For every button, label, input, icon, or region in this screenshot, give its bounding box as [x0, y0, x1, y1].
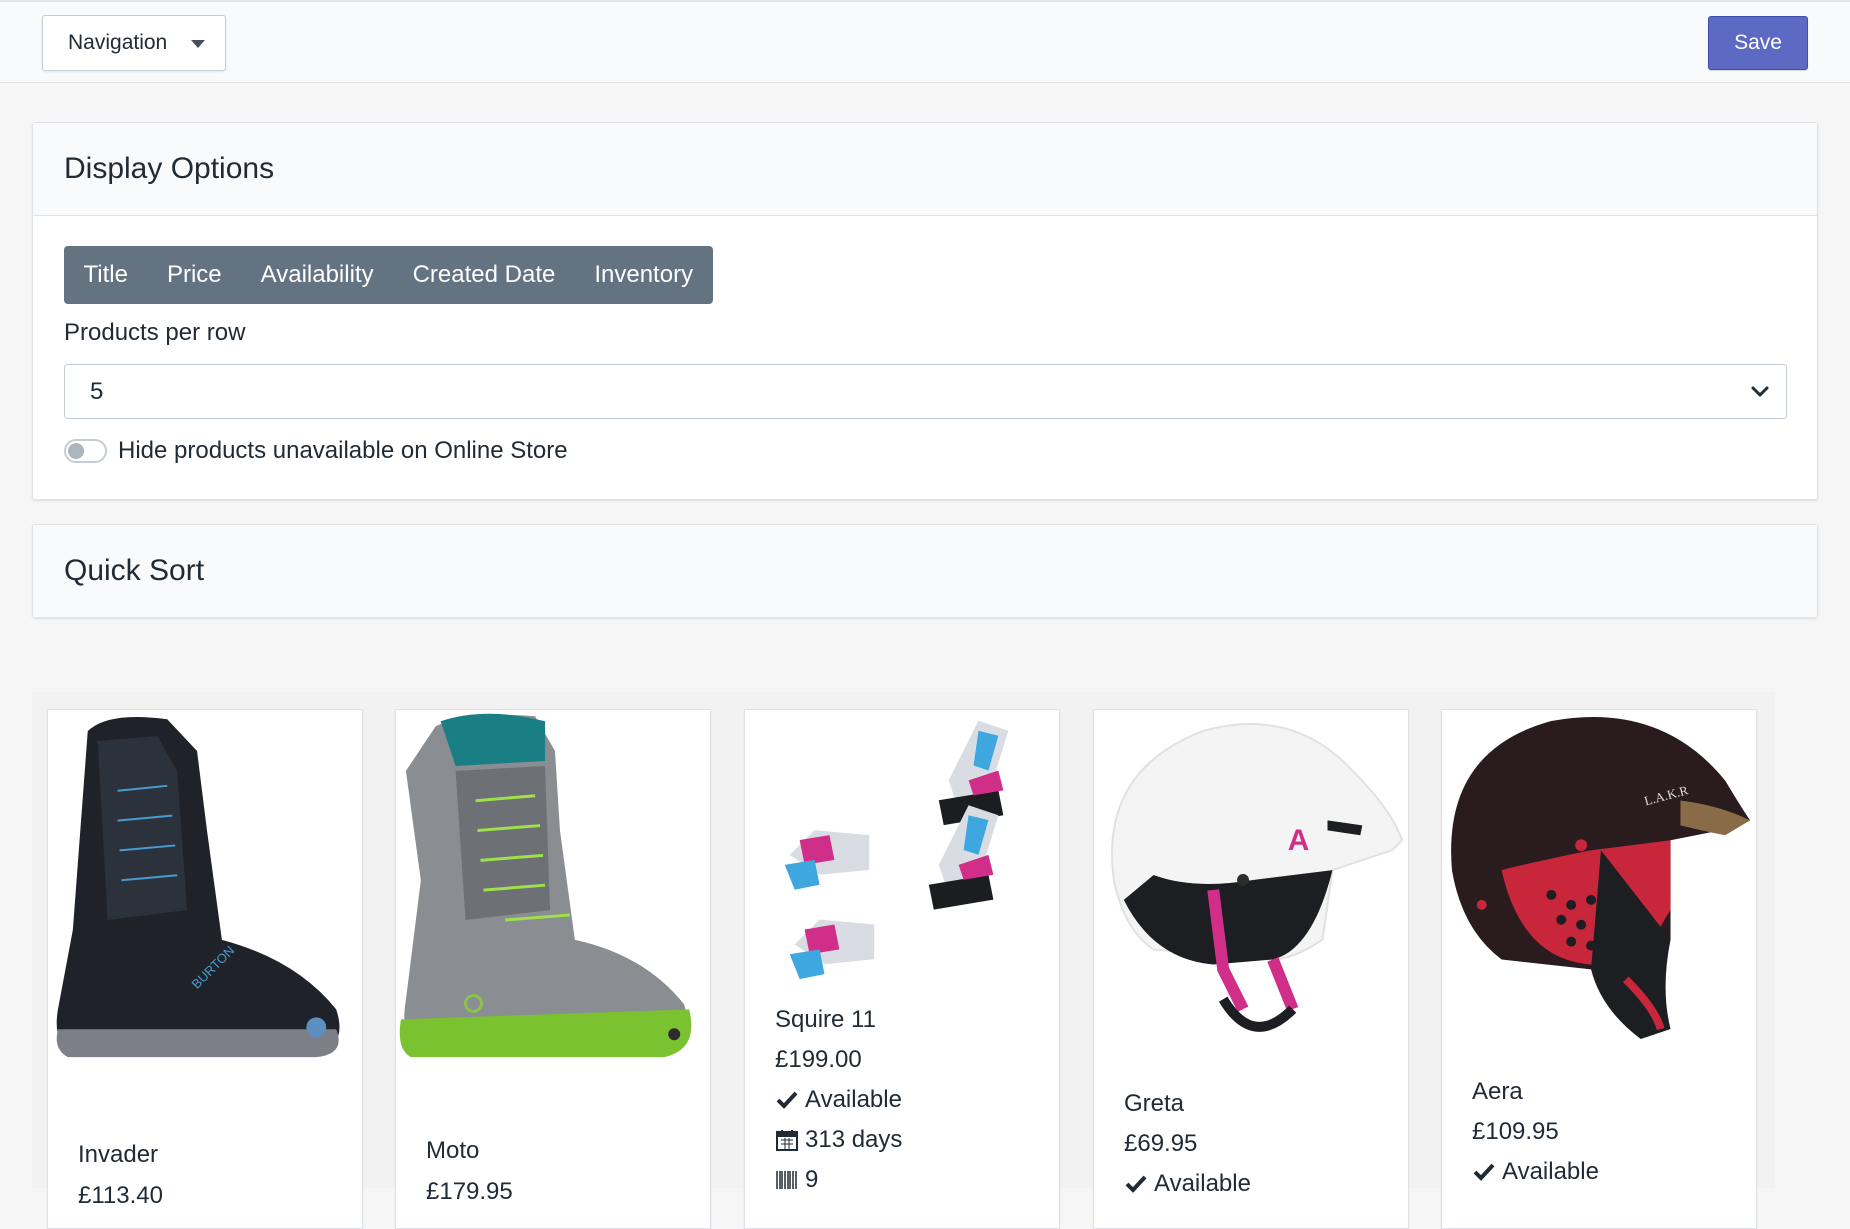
- checkmark-icon: [776, 1091, 798, 1109]
- display-options-title: Display Options: [33, 123, 1817, 216]
- field-toggle-title[interactable]: Title: [64, 246, 147, 304]
- hide-unavailable-row: Hide products unavailable on Online Stor…: [64, 436, 568, 466]
- products-per-row-value: 5: [90, 377, 104, 405]
- product-inventory: 9: [775, 1166, 818, 1194]
- product-availability-text: Available: [805, 1086, 902, 1113]
- svg-text:A: A: [1288, 824, 1310, 857]
- product-image-ski-bindings: [784, 720, 1009, 980]
- product-card[interactable]: Squire 11 £199.00 Available 313 days 9: [744, 709, 1060, 1229]
- product-price: £179.95: [426, 1178, 513, 1205]
- product-availability: Available: [1124, 1170, 1251, 1198]
- field-toggle-inventory[interactable]: Inventory: [575, 246, 713, 304]
- product-created-text: 313 days: [805, 1126, 903, 1153]
- product-image-boot-black: BURTON: [56, 716, 340, 1058]
- product-title: Moto: [426, 1137, 480, 1164]
- field-toggle-price[interactable]: Price: [147, 246, 241, 304]
- product-title: Greta: [1124, 1090, 1185, 1117]
- navigation-dropdown[interactable]: Navigation: [42, 15, 226, 71]
- product-availability-text: Available: [1154, 1170, 1251, 1197]
- product-card[interactable]: A Greta £69.95 Available: [1093, 709, 1409, 1229]
- quick-sort-title: Quick Sort: [33, 525, 1817, 617]
- display-fields-group: Title Price Availability Created Date In…: [64, 246, 713, 304]
- product-card[interactable]: L.A.K.R Aera £109.95 Available: [1441, 709, 1757, 1229]
- hide-unavailable-label: Hide products unavailable on Online Stor…: [118, 437, 568, 464]
- save-button[interactable]: Save: [1708, 16, 1808, 70]
- product-availability: Available: [775, 1086, 902, 1114]
- checkmark-icon: [1473, 1163, 1495, 1181]
- products-per-row-select[interactable]: 5: [64, 364, 1787, 419]
- product-title: Invader: [78, 1141, 159, 1168]
- caret-down-icon: [191, 40, 205, 48]
- product-availability-text: Available: [1502, 1158, 1599, 1185]
- calendar-icon: [776, 1130, 798, 1151]
- product-title: Squire 11: [775, 1006, 876, 1033]
- field-toggle-created-date[interactable]: Created Date: [393, 246, 575, 304]
- field-toggle-availability[interactable]: Availability: [241, 246, 393, 304]
- hide-unavailable-toggle[interactable]: [64, 439, 107, 463]
- product-image-boot-grey: [399, 713, 692, 1058]
- display-options-card: Display Options Title Price Availability…: [32, 122, 1818, 500]
- product-inventory-text: 9: [805, 1166, 819, 1193]
- product-price: £199.00: [775, 1046, 862, 1073]
- product-price: £109.95: [1472, 1118, 1559, 1145]
- product-created: 313 days: [775, 1126, 902, 1154]
- chevron-down-icon: [1751, 386, 1769, 397]
- top-bar: Navigation Save: [0, 0, 1850, 83]
- product-grid: BURTON Invader £113.40 Moto £179.95 Squi…: [32, 692, 1775, 1229]
- product-image-helmet-white: A: [1111, 723, 1404, 1032]
- product-card[interactable]: BURTON Invader £113.40: [47, 709, 363, 1229]
- product-image-helmet-dark: L.A.K.R: [1451, 717, 1751, 1039]
- barcode-icon: [776, 1171, 797, 1189]
- product-price: £69.95: [1124, 1130, 1198, 1157]
- navigation-dropdown-label: Navigation: [68, 31, 168, 54]
- product-card[interactable]: Moto £179.95: [395, 709, 711, 1229]
- product-title: Aera: [1472, 1078, 1523, 1105]
- product-price: £113.40: [78, 1182, 163, 1209]
- quick-sort-card: Quick Sort: [32, 524, 1818, 618]
- checkmark-icon: [1125, 1175, 1147, 1193]
- products-per-row-label: Products per row: [64, 319, 246, 346]
- toggle-knob: [68, 443, 84, 459]
- product-availability: Available: [1472, 1158, 1599, 1186]
